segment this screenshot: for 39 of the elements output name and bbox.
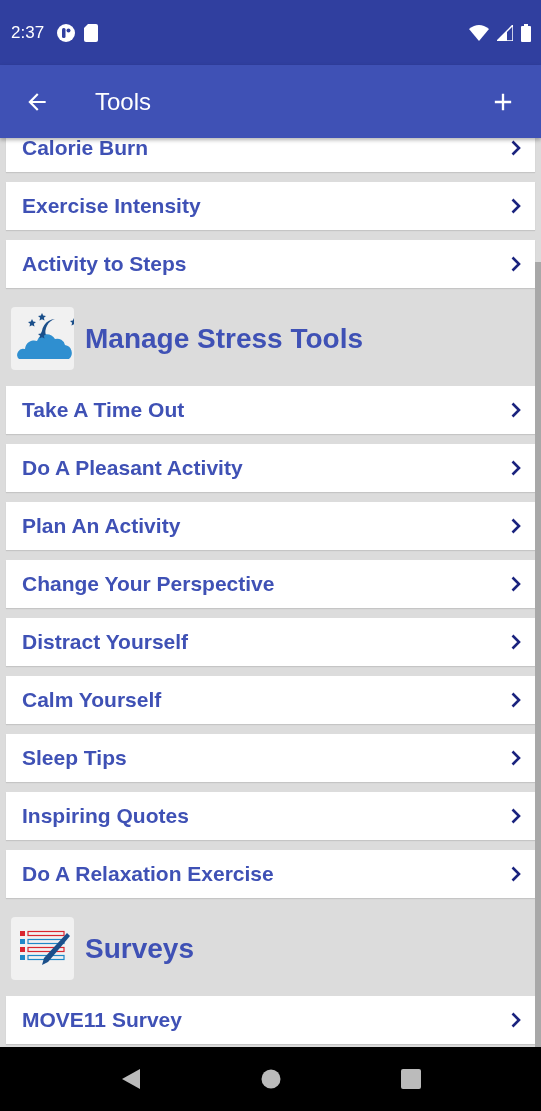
recents-nav-button[interactable] bbox=[401, 1069, 422, 1089]
battery-icon bbox=[521, 23, 531, 42]
chevron-right-icon bbox=[511, 402, 521, 418]
chevron-right-icon bbox=[511, 576, 521, 592]
chevron-right-icon bbox=[511, 692, 521, 708]
tool-list-item[interactable]: Sleep Tips bbox=[6, 734, 535, 782]
app-notification-icon bbox=[56, 22, 77, 43]
section-title: Manage Stress Tools bbox=[85, 322, 363, 355]
screen-title: Tools bbox=[95, 87, 152, 116]
chevron-right-icon bbox=[511, 866, 521, 882]
tool-list-item[interactable]: Distract Yourself bbox=[6, 618, 535, 666]
tool-list-item[interactable]: Change Your Perspective bbox=[6, 560, 535, 608]
tool-list-item[interactable]: Activity to Steps bbox=[6, 240, 535, 288]
wifi-icon bbox=[469, 24, 489, 41]
chevron-right-icon bbox=[511, 808, 521, 824]
tool-list-item[interactable]: Plan An Activity bbox=[6, 502, 535, 550]
chevron-right-icon bbox=[511, 198, 521, 214]
tool-list-item[interactable]: Calorie Burn bbox=[6, 138, 535, 172]
chevron-right-icon bbox=[511, 460, 521, 476]
chevron-right-icon bbox=[511, 518, 521, 534]
checklist-pencil-icon bbox=[11, 917, 74, 980]
chevron-right-icon bbox=[511, 140, 521, 156]
chevron-right-icon bbox=[511, 634, 521, 650]
tool-list-item[interactable]: Exercise Intensity bbox=[6, 182, 535, 230]
sd-card-icon bbox=[84, 23, 99, 42]
status-time: 2:37 bbox=[11, 22, 45, 43]
tool-list-item[interactable]: Do A Relaxation Exercise bbox=[6, 850, 535, 898]
chevron-right-icon bbox=[511, 256, 521, 272]
tool-list-item[interactable]: Do A Pleasant Activity bbox=[6, 444, 535, 492]
section-title: Surveys bbox=[85, 932, 194, 965]
tool-list-item[interactable]: Calm Yourself bbox=[6, 676, 535, 724]
tool-list-item[interactable]: MOVE11 Survey bbox=[6, 996, 535, 1044]
signal-icon bbox=[497, 24, 513, 41]
tool-list-item[interactable]: Inspiring Quotes bbox=[6, 792, 535, 840]
chevron-right-icon bbox=[511, 1012, 521, 1028]
chevron-right-icon bbox=[511, 750, 521, 766]
cloud-moon-icon bbox=[11, 307, 74, 370]
home-nav-button[interactable] bbox=[261, 1069, 282, 1089]
tool-list-item[interactable]: Take A Time Out bbox=[6, 386, 535, 434]
